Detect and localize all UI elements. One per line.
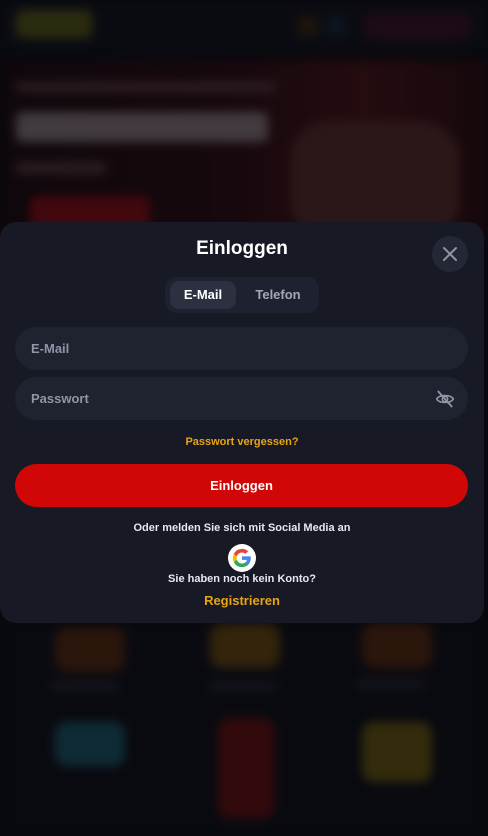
no-account-text: Sie haben noch kein Konto? bbox=[168, 573, 316, 585]
password-visibility-toggle[interactable] bbox=[435, 389, 455, 409]
google-icon bbox=[232, 548, 251, 568]
google-login-button[interactable] bbox=[228, 544, 256, 572]
password-input[interactable] bbox=[31, 377, 431, 420]
email-input[interactable] bbox=[31, 327, 431, 370]
login-method-tabs: E-Mail Telefon bbox=[165, 277, 319, 313]
login-button[interactable]: Einloggen bbox=[15, 464, 468, 507]
eye-off-icon bbox=[435, 390, 455, 408]
password-field bbox=[15, 377, 468, 420]
tab-email[interactable]: E-Mail bbox=[170, 281, 236, 309]
email-field bbox=[15, 327, 468, 370]
social-login-prompt: Oder melden Sie sich mit Social Media an bbox=[133, 522, 351, 534]
forgot-password-link[interactable]: Passwort vergessen? bbox=[0, 436, 484, 448]
register-link[interactable]: Registrieren bbox=[0, 593, 484, 608]
close-button[interactable] bbox=[432, 236, 468, 272]
login-modal: Einloggen E-Mail Telefon Passwort verges… bbox=[0, 222, 484, 623]
modal-title: Einloggen bbox=[196, 238, 288, 259]
tab-phone[interactable]: Telefon bbox=[241, 281, 315, 309]
close-icon bbox=[443, 247, 457, 261]
